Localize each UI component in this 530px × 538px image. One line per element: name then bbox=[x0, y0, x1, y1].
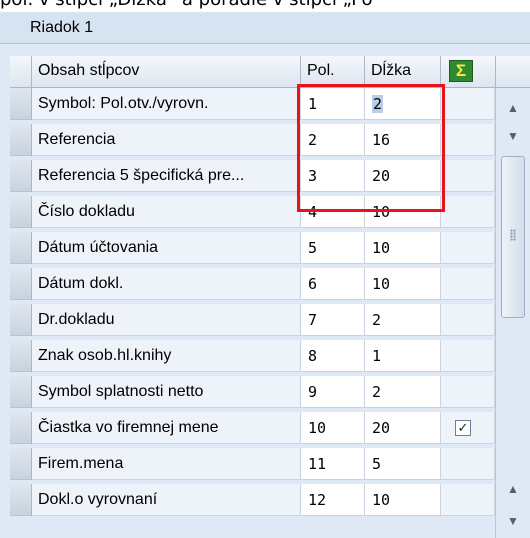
table-row[interactable]: Symbol splatnosti netto 9 2 bbox=[0, 376, 495, 408]
cell-length-input[interactable]: 10 bbox=[365, 268, 441, 300]
grip-icon bbox=[510, 229, 516, 241]
cell-column-content: Znak osob.hl.knihy bbox=[32, 340, 301, 372]
cell-position-input[interactable]: 8 bbox=[301, 340, 365, 372]
cell-column-content: Dokl.o vyrovnaní bbox=[32, 484, 301, 516]
cell-column-content: Dátum dokl. bbox=[32, 268, 301, 300]
scroll-down-icon[interactable]: ▼ bbox=[496, 120, 530, 152]
row-selector[interactable] bbox=[10, 484, 32, 516]
table-row[interactable]: Dátum dokl. 6 10 bbox=[0, 268, 495, 300]
row-selector[interactable] bbox=[10, 448, 32, 480]
cell-position-input[interactable]: 11 bbox=[301, 448, 365, 480]
row-selector[interactable] bbox=[10, 124, 32, 156]
cell-sum[interactable] bbox=[441, 88, 495, 120]
scroll-down-bottom-icon[interactable]: ▼ bbox=[496, 505, 530, 537]
scroll-up-bottom-icon[interactable]: ▲ bbox=[496, 473, 530, 505]
panel-title-bar: Riadok 1 bbox=[0, 12, 530, 44]
cell-column-content: Symbol splatnosti netto bbox=[32, 376, 301, 408]
cell-column-content: Dátum účtovania bbox=[32, 232, 301, 264]
table-row[interactable]: Dátum účtovania 5 10 bbox=[0, 232, 495, 264]
cell-sum[interactable] bbox=[441, 196, 495, 228]
column-grid: Obsah stĺpcov Pol. Dĺžka Σ Symbol: Pol.o… bbox=[0, 44, 530, 538]
cell-column-content: Symbol: Pol.otv./vyrovn. bbox=[32, 88, 301, 120]
caption-text: pol. v stĺpci „Dĺžka“ a poradie v stĺpci… bbox=[0, 0, 373, 10]
select-all-cell[interactable] bbox=[10, 56, 32, 88]
row-selector[interactable] bbox=[10, 376, 32, 408]
vertical-scrollbar[interactable]: ▲ ▼ ▲ ▼ bbox=[495, 88, 530, 538]
cell-sum[interactable] bbox=[441, 448, 495, 480]
row-selector[interactable] bbox=[10, 340, 32, 372]
highlight-box bbox=[297, 84, 445, 212]
header-column-content[interactable]: Obsah stĺpcov bbox=[32, 56, 301, 88]
row-selector[interactable] bbox=[10, 196, 32, 228]
table-row[interactable]: Firem.mena 11 5 bbox=[0, 448, 495, 480]
cell-length-input[interactable]: 5 bbox=[365, 448, 441, 480]
cell-column-content: Referencia 5 špecifická pre... bbox=[32, 160, 301, 192]
row-selector[interactable] bbox=[10, 412, 32, 444]
check-icon[interactable]: ✓ bbox=[455, 420, 471, 436]
row-selector[interactable] bbox=[10, 232, 32, 264]
cell-sum[interactable]: ✓ bbox=[441, 412, 495, 444]
cell-sum[interactable] bbox=[441, 484, 495, 516]
cell-position-input[interactable]: 5 bbox=[301, 232, 365, 264]
cell-sum[interactable] bbox=[441, 340, 495, 372]
cell-position-input[interactable]: 6 bbox=[301, 268, 365, 300]
cell-sum[interactable] bbox=[441, 304, 495, 336]
cell-length-input[interactable]: 10 bbox=[365, 484, 441, 516]
header-filler bbox=[495, 56, 530, 88]
scroll-thumb[interactable] bbox=[501, 156, 525, 318]
row-selector[interactable] bbox=[10, 88, 32, 120]
cell-column-content: Číslo dokladu bbox=[32, 196, 301, 228]
cell-column-content: Firem.mena bbox=[32, 448, 301, 480]
row-selector[interactable] bbox=[10, 160, 32, 192]
sum-icon[interactable]: Σ bbox=[449, 60, 473, 82]
cell-sum[interactable] bbox=[441, 268, 495, 300]
cell-length-input[interactable]: 1 bbox=[365, 340, 441, 372]
header-sum[interactable]: Σ bbox=[441, 56, 495, 88]
row-selector[interactable] bbox=[10, 304, 32, 336]
table-row[interactable]: Čiastka vo firemnej mene 10 20 ✓ bbox=[0, 412, 495, 444]
panel-title: Riadok 1 bbox=[30, 19, 94, 36]
table-row[interactable]: Dokl.o vyrovnaní 12 10 bbox=[0, 484, 495, 516]
cell-position-input[interactable]: 7 bbox=[301, 304, 365, 336]
cell-position-input[interactable]: 12 bbox=[301, 484, 365, 516]
cell-position-input[interactable]: 9 bbox=[301, 376, 365, 408]
cell-length-input[interactable]: 10 bbox=[365, 232, 441, 264]
cell-sum[interactable] bbox=[441, 160, 495, 192]
table-row[interactable]: Dr.dokladu 7 2 bbox=[0, 304, 495, 336]
table-row[interactable]: Znak osob.hl.knihy 8 1 bbox=[0, 340, 495, 372]
cell-column-content: Čiastka vo firemnej mene bbox=[32, 412, 301, 444]
cell-sum[interactable] bbox=[441, 376, 495, 408]
cell-position-input[interactable]: 10 bbox=[301, 412, 365, 444]
cell-length-input[interactable]: 2 bbox=[365, 376, 441, 408]
cell-sum[interactable] bbox=[441, 124, 495, 156]
cell-length-input[interactable]: 20 bbox=[365, 412, 441, 444]
cell-column-content: Referencia bbox=[32, 124, 301, 156]
caption-fragment: pol. v stĺpci „Dĺžka“ a poradie v stĺpci… bbox=[0, 0, 530, 12]
row-selector[interactable] bbox=[10, 268, 32, 300]
cell-sum[interactable] bbox=[441, 232, 495, 264]
cell-column-content: Dr.dokladu bbox=[32, 304, 301, 336]
cell-length-input[interactable]: 2 bbox=[365, 304, 441, 336]
column-content-panel: Riadok 1 Obsah stĺpcov Pol. Dĺžka Σ Symb… bbox=[0, 12, 530, 538]
